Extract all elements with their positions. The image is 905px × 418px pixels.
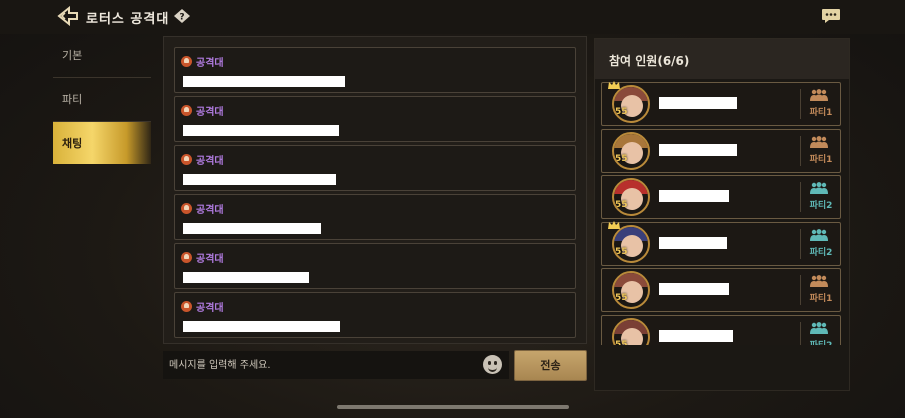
message-sender: 공격대 xyxy=(181,152,224,167)
message-sender: 공격대 xyxy=(181,299,224,314)
message-sender-label: 공격대 xyxy=(196,156,224,167)
level-badge: 55 xyxy=(615,200,628,210)
avatar: 55 xyxy=(612,131,650,170)
avatar: 55 xyxy=(612,271,650,309)
help-icon[interactable]: ? xyxy=(174,9,190,23)
divider xyxy=(800,182,801,212)
avatar: 55 xyxy=(612,178,650,216)
raid-bell-icon xyxy=(181,56,192,67)
member-name-redacted xyxy=(659,283,729,295)
tab-basic[interactable]: 기본 xyxy=(53,34,151,78)
party-group-icon xyxy=(810,228,828,241)
page-title: 로터스 공격대 xyxy=(86,12,170,27)
message-text-redacted xyxy=(183,321,340,332)
top-bar: 로터스 공격대 ? xyxy=(0,0,905,34)
member-name-redacted xyxy=(659,97,737,109)
level-badge: 55 xyxy=(615,293,628,303)
raid-bell-icon xyxy=(181,203,192,214)
chat-bubble-icon[interactable] xyxy=(821,8,841,24)
party-group-icon xyxy=(810,275,828,287)
message-sender-label: 공격대 xyxy=(196,205,224,216)
participants-panel: 참여 인원(6/6) 55 파티1 55 파티1 55 파티2 55 파티2 55 파티1 55 파티… xyxy=(594,38,850,391)
message-sender: 공격대 xyxy=(181,103,224,118)
member-name-redacted xyxy=(659,143,737,156)
level-badge: 55 xyxy=(615,153,628,164)
raid-bell-icon xyxy=(181,252,192,263)
party-label: 파티2 xyxy=(809,247,833,258)
party-label: 파티2 xyxy=(809,201,833,211)
tab-chat-label: 채팅 xyxy=(62,137,83,150)
emoji-icon[interactable] xyxy=(483,355,502,374)
message-text-redacted xyxy=(183,174,336,185)
back-arrow-icon[interactable] xyxy=(56,6,80,26)
message-text-redacted xyxy=(183,125,339,136)
message-sender-label: 공격대 xyxy=(196,303,224,314)
avatar: 55 xyxy=(612,317,650,346)
party-group-icon xyxy=(810,135,828,148)
message-sender-label: 공격대 xyxy=(196,254,224,265)
message-input[interactable] xyxy=(163,351,509,379)
member-name-redacted xyxy=(659,329,733,342)
tab-chat[interactable]: 채팅 xyxy=(53,122,151,164)
tab-basic-label: 기본 xyxy=(62,49,83,62)
party-group-icon xyxy=(810,89,828,101)
svg-text:?: ? xyxy=(179,13,184,23)
chat-message-list[interactable]: 공격대 공격대 공격대 공격대 공격대 공격대 xyxy=(163,36,587,344)
participant-row[interactable]: 55 파티2 xyxy=(601,314,841,346)
divider xyxy=(800,275,801,305)
party-label: 파티1 xyxy=(809,294,833,304)
divider xyxy=(800,89,801,119)
party-label: 파티1 xyxy=(809,154,833,165)
divider xyxy=(800,321,801,345)
participant-row[interactable]: 55 파티2 xyxy=(601,175,841,219)
party-group-icon xyxy=(810,182,828,194)
message-text-redacted xyxy=(183,76,345,87)
raid-bell-icon xyxy=(181,301,192,312)
tab-party[interactable]: 파티 xyxy=(53,78,151,122)
member-name-redacted xyxy=(659,236,727,249)
member-name-redacted xyxy=(659,190,729,202)
level-badge: 55 xyxy=(615,107,628,117)
raid-bell-icon xyxy=(181,154,192,165)
participants-header: 참여 인원(6/6) xyxy=(595,39,849,79)
chat-message: 공격대 xyxy=(174,292,576,338)
send-button[interactable]: 전송 xyxy=(514,350,587,381)
chat-message: 공격대 xyxy=(174,194,576,240)
participant-row[interactable]: 55 파티1 xyxy=(601,81,841,126)
message-sender-label: 공격대 xyxy=(196,58,224,69)
chat-message: 공격대 xyxy=(174,145,576,191)
participant-row[interactable]: 55 파티1 xyxy=(601,128,841,173)
level-badge: 55 xyxy=(615,246,628,257)
participant-row[interactable]: 55 파티2 xyxy=(601,220,841,266)
message-sender-label: 공격대 xyxy=(196,107,224,118)
participant-row[interactable]: 55 파티1 xyxy=(601,268,841,312)
message-text-redacted xyxy=(183,223,321,234)
raid-bell-icon xyxy=(181,105,192,116)
avatar: 55 xyxy=(612,224,650,263)
tab-party-label: 파티 xyxy=(62,93,83,106)
party-group-icon xyxy=(810,321,828,334)
message-sender: 공격대 xyxy=(181,201,224,216)
message-sender: 공격대 xyxy=(181,250,224,265)
divider xyxy=(800,228,801,259)
crown-icon xyxy=(608,220,620,229)
chat-message: 공격대 xyxy=(174,96,576,142)
message-text-redacted xyxy=(183,272,309,283)
home-indicator xyxy=(337,405,569,409)
participants-list[interactable]: 55 파티1 55 파티1 55 파티2 55 파티2 55 파티1 55 파티2 xyxy=(595,79,849,345)
divider xyxy=(800,135,801,166)
party-label: 파티1 xyxy=(809,108,833,118)
level-badge: 55 xyxy=(615,339,628,346)
avatar: 55 xyxy=(612,85,650,123)
participants-title: 참여 인원(6/6) xyxy=(609,54,690,68)
side-tabs: 기본 파티 채팅 xyxy=(53,34,151,166)
crown-icon xyxy=(608,81,620,89)
chat-message: 공격대 xyxy=(174,47,576,93)
chat-message: 공격대 xyxy=(174,243,576,289)
party-label: 파티2 xyxy=(803,338,839,346)
message-sender: 공격대 xyxy=(181,54,224,69)
